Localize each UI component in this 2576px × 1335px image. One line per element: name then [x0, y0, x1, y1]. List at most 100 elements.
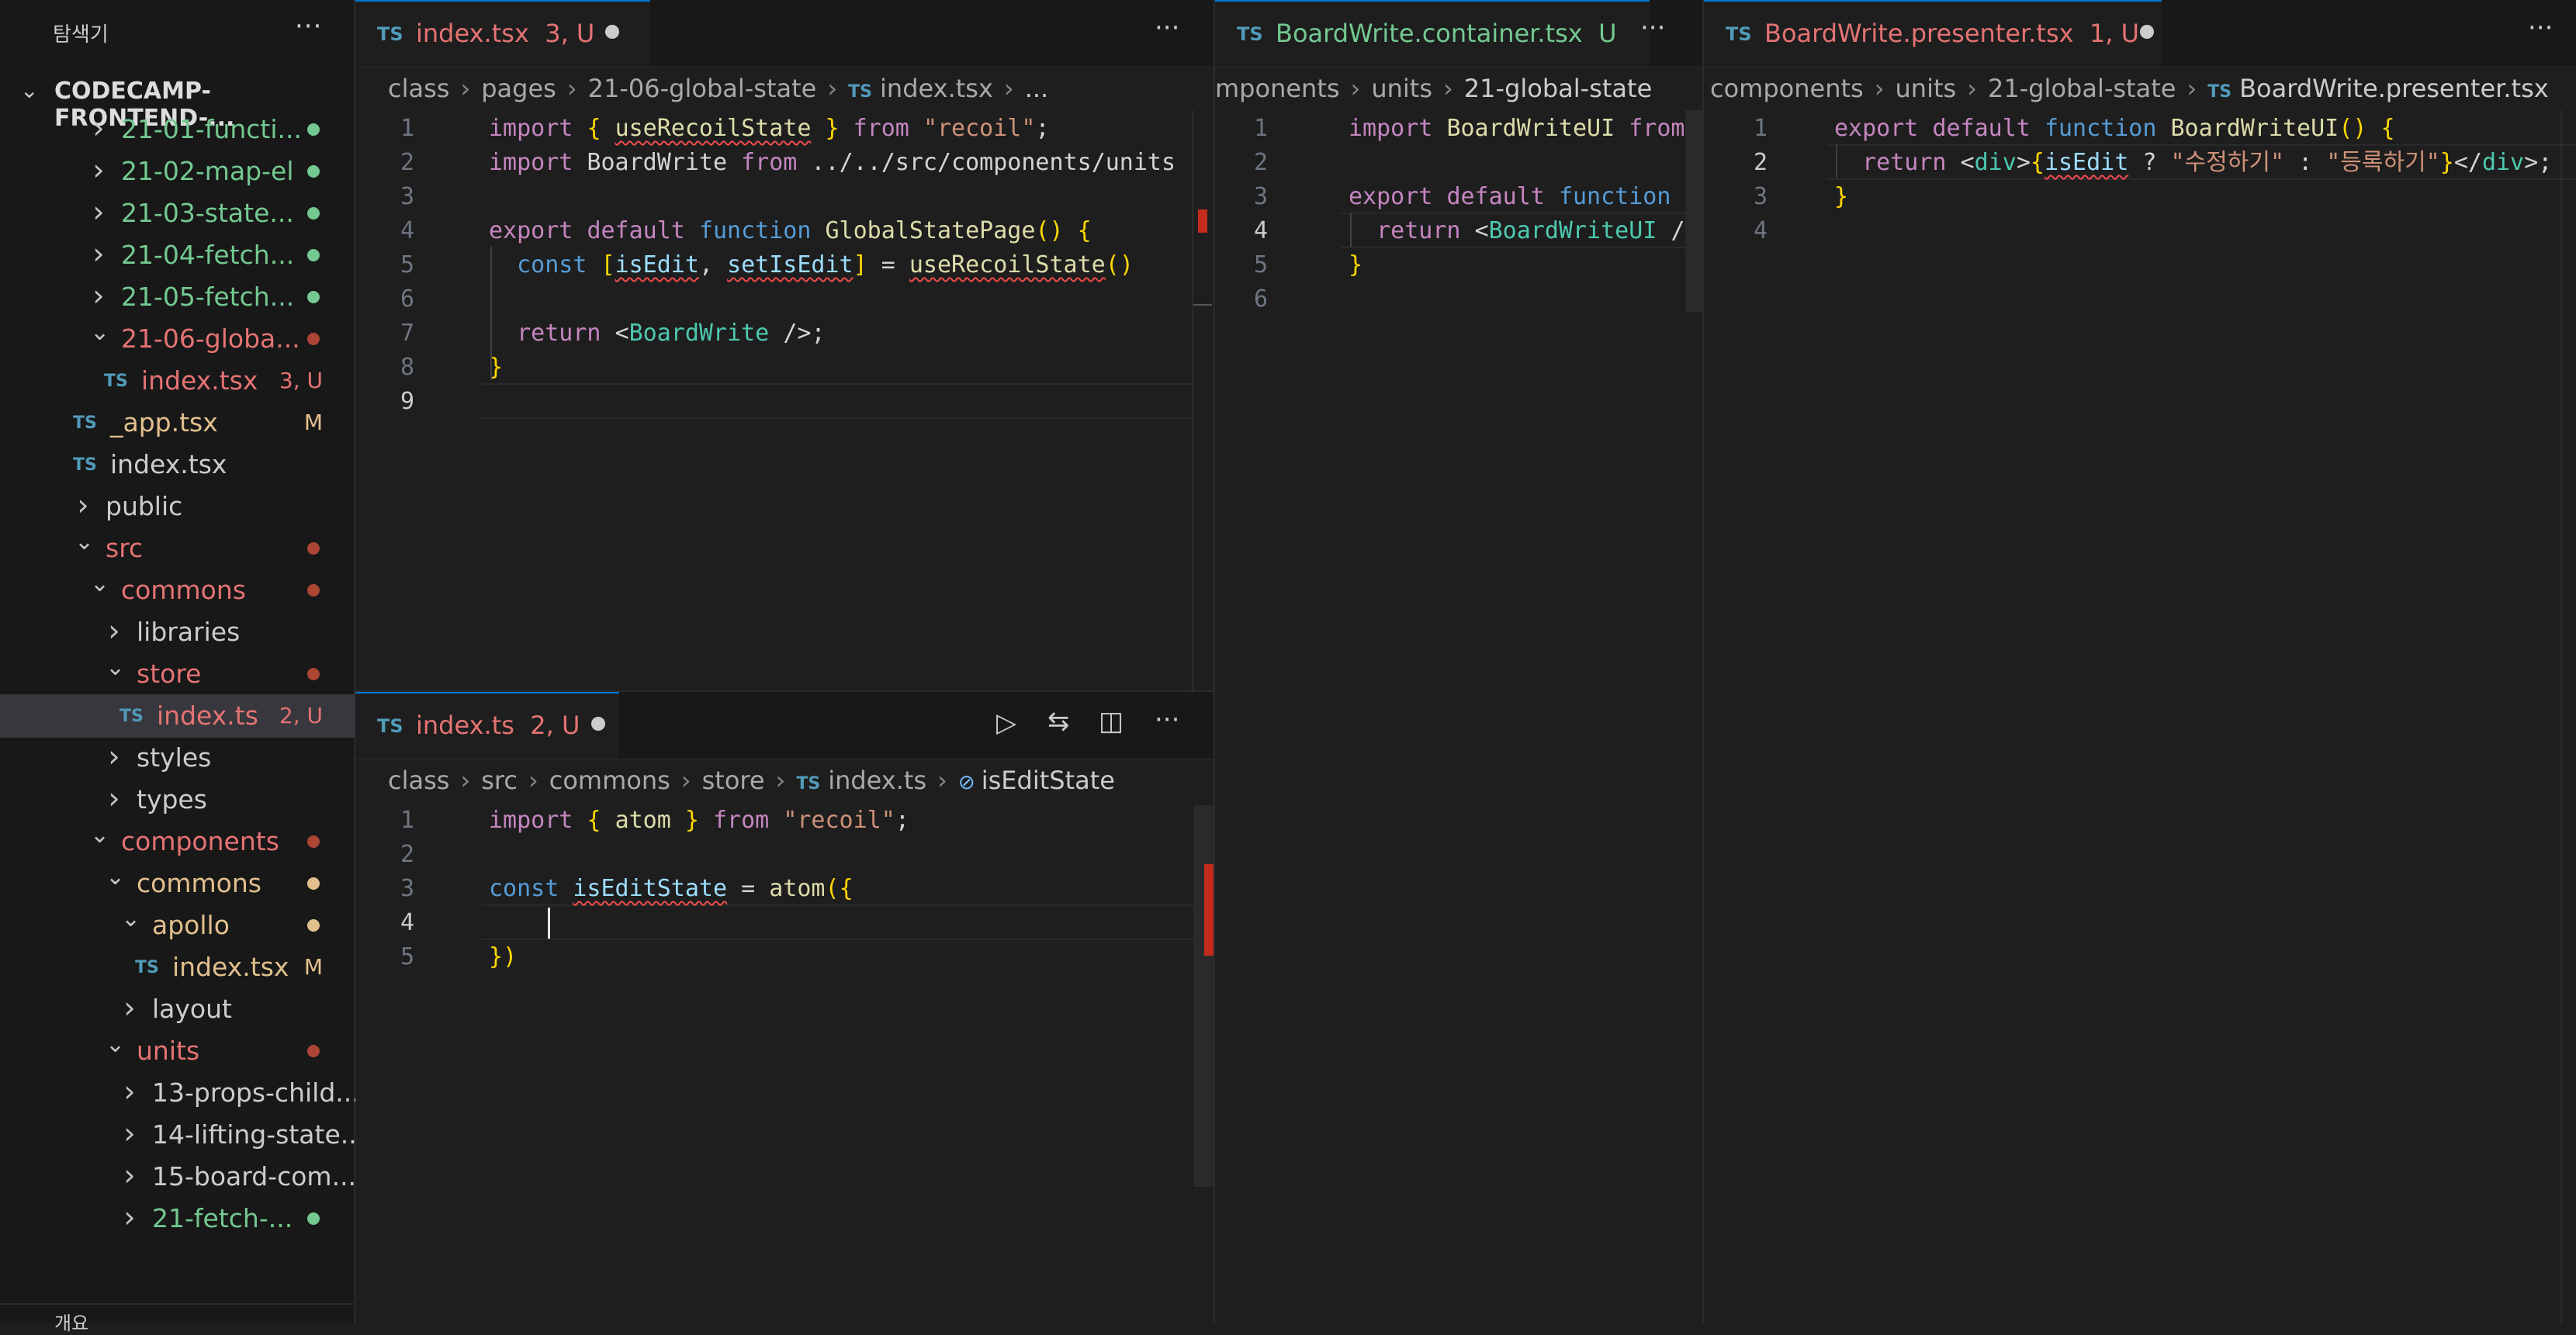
tree-file[interactable]: TS index.tsx 3, U	[0, 359, 355, 403]
breadcrumb-item[interactable]: mponents	[1215, 74, 1340, 103]
chevron-right-icon: ›	[1874, 74, 1885, 103]
tree-folder[interactable]: ⌄ components	[0, 820, 355, 863]
more-icon[interactable]: ···	[1155, 12, 1179, 43]
breadcrumb-item[interactable]: class	[388, 74, 449, 103]
tree-file[interactable]: TS index.tsx M	[0, 946, 355, 989]
breadcrumb-item[interactable]: commons	[549, 766, 670, 795]
tree-folder[interactable]: › 21-03-state...	[0, 192, 355, 235]
tree-folder[interactable]: ⌄ commons	[0, 862, 355, 905]
code-area[interactable]: 1 import { useRecoilState } from "recoil"…	[355, 110, 1214, 690]
code-text: const [isEdit, setIsEdit] = useRecoilSta…	[517, 251, 1134, 278]
breadcrumb-item[interactable]: pages	[481, 74, 556, 103]
tab-index-tsx[interactable]: TS index.tsx 3, U	[355, 0, 650, 67]
tree-folder[interactable]: › 21-02-map-el	[0, 150, 355, 193]
code-area[interactable]: 1 import { atom } from "recoil"; 2 3 const i…	[355, 802, 1214, 1323]
status-dot-icon	[307, 123, 320, 136]
line-number: 1	[1753, 115, 1768, 142]
tree-file[interactable]: TS index.tsx	[0, 443, 355, 486]
breadcrumb-item[interactable]: index.tsx	[880, 74, 993, 103]
tree-folder[interactable]: ⌄ store	[0, 652, 355, 696]
breadcrumb-item[interactable]: components	[1710, 74, 1864, 103]
tree-folder[interactable]: › 21-fetch-...	[0, 1197, 355, 1240]
tree-folder[interactable]: ⌄ apollo	[0, 904, 355, 947]
breadcrumb-item[interactable]: index.ts	[828, 766, 926, 795]
explorer-title: 탐색기	[53, 23, 109, 47]
scrollbar[interactable]	[1685, 110, 1702, 312]
tree-file[interactable]: TS _app.tsx M	[0, 401, 355, 444]
breadcrumb-item[interactable]: 21-global-state	[1464, 74, 1652, 103]
scrollbar[interactable]	[1192, 110, 1214, 690]
split-editor-icon[interactable]: ◫	[1099, 706, 1124, 737]
tree-folder[interactable]: › 21-05-fetch...	[0, 275, 355, 319]
status-dot-icon	[307, 1212, 320, 1225]
line-number: 9	[400, 388, 414, 415]
outline-section[interactable]: 개요	[0, 1303, 355, 1334]
tree-folder[interactable]: › libraries	[0, 610, 355, 654]
code-line: 9	[355, 383, 1214, 420]
tree-folder[interactable]: ⌄ commons	[0, 569, 355, 612]
editor-group-store-index: TS index.ts 2, U ▷ ⇆ ◫ ··· class › src › com…	[355, 692, 1214, 1323]
line-number: 4	[1253, 217, 1268, 244]
tree-folder[interactable]: › 21-01-functi...	[0, 108, 355, 151]
line-number: 7	[400, 320, 414, 347]
breadcrumb-item[interactable]: class	[388, 766, 449, 795]
tab-boardwrite-container[interactable]: TS BoardWrite.container.tsx U	[1215, 0, 1650, 67]
tree-folder[interactable]: › 14-lifting-state...	[0, 1113, 365, 1157]
code-line: 2 import BoardWrite from ../../src/compon…	[355, 144, 1214, 181]
status-dot-icon	[307, 584, 320, 597]
unsaved-dot-icon[interactable]	[591, 717, 605, 731]
more-icon[interactable]: ···	[1640, 12, 1665, 43]
tree-item-label: 21-04-fetch...	[121, 240, 295, 270]
editor-group-presenter: TS BoardWrite.presenter.tsx 1, U ··· com…	[1704, 0, 2576, 1323]
more-icon[interactable]: ···	[2528, 12, 2553, 43]
code-line: 5 const [isEdit, setIsEdit] = useRecoilS…	[355, 247, 1214, 283]
unsaved-dot-icon[interactable]	[605, 25, 619, 39]
code-line: 8}	[355, 349, 1214, 386]
breadcrumb-item[interactable]: isEditState	[982, 766, 1115, 795]
code-area[interactable]: 1 import BoardWriteUI from 2 3 export defaul…	[1215, 110, 1702, 1323]
breadcrumb-item[interactable]: src	[481, 766, 518, 795]
tree-folder[interactable]: › 13-props-child...	[0, 1071, 359, 1115]
breadcrumb-item[interactable]: ...	[1025, 74, 1049, 103]
tab-boardwrite-presenter[interactable]: TS BoardWrite.presenter.tsx 1, U	[1704, 0, 2162, 67]
more-icon[interactable]: ···	[1155, 704, 1179, 735]
tree-folder[interactable]: ⌄ 21-06-globa...	[0, 317, 355, 361]
tree-folder[interactable]: › 15-board-com...	[0, 1155, 356, 1198]
unsaved-dot-icon[interactable]	[2140, 25, 2154, 39]
breadcrumb-item[interactable]: units	[1896, 74, 1957, 103]
tree-folder[interactable]: ⌄ units	[0, 1029, 355, 1073]
status-dot-icon	[307, 249, 320, 261]
status-dot-icon	[307, 207, 320, 220]
line-number: 4	[400, 217, 414, 244]
code-text: })	[489, 943, 518, 970]
tree-folder[interactable]: › types	[0, 778, 355, 821]
tree-file[interactable]: TS index.ts 2, U	[0, 694, 355, 738]
more-icon[interactable]: ···	[295, 11, 322, 42]
run-icon[interactable]: ▷	[996, 707, 1016, 738]
tree-folder[interactable]: › public	[0, 485, 355, 528]
tree-item-label: store	[137, 659, 202, 689]
tree-folder[interactable]: › 21-04-fetch...	[0, 233, 355, 277]
tree-folder[interactable]: › layout	[0, 987, 355, 1031]
tree-item-label: 21-03-state...	[121, 198, 294, 228]
code-area[interactable]: 1 export default function BoardWriteUI() …	[1704, 110, 2576, 1323]
breadcrumb-item[interactable]: store	[702, 766, 765, 795]
tree-item-label: types	[137, 784, 207, 814]
tree-folder[interactable]: › styles	[0, 736, 355, 780]
line-number: 2	[1753, 149, 1768, 176]
tab-label: BoardWrite.presenter.tsx 1, U	[1764, 19, 2140, 48]
breadcrumb-item[interactable]: 21-06-global-state	[588, 74, 817, 103]
status-dot-icon	[307, 835, 320, 848]
scrollbar[interactable]	[1193, 805, 1214, 1187]
compare-icon[interactable]: ⇆	[1047, 706, 1070, 737]
tree-item-label: 14-lifting-state...	[152, 1119, 365, 1150]
status-dot-icon	[307, 291, 320, 303]
tab-index-ts[interactable]: TS index.ts 2, U	[355, 692, 619, 759]
tab-bar: TS BoardWrite.container.tsx U ···	[1215, 0, 1702, 67]
breadcrumb-item[interactable]: 21-global-state	[1988, 74, 2176, 103]
tree-folder[interactable]: ⌄ src	[0, 527, 355, 570]
project-header[interactable]: ⌄ CODECAMP-FRONTEND-...	[0, 71, 355, 132]
breadcrumb-item[interactable]: BoardWrite.presenter.tsx	[2239, 74, 2549, 103]
breadcrumb-item[interactable]: units	[1371, 74, 1432, 103]
tree-item-label: index.tsx	[141, 365, 258, 396]
